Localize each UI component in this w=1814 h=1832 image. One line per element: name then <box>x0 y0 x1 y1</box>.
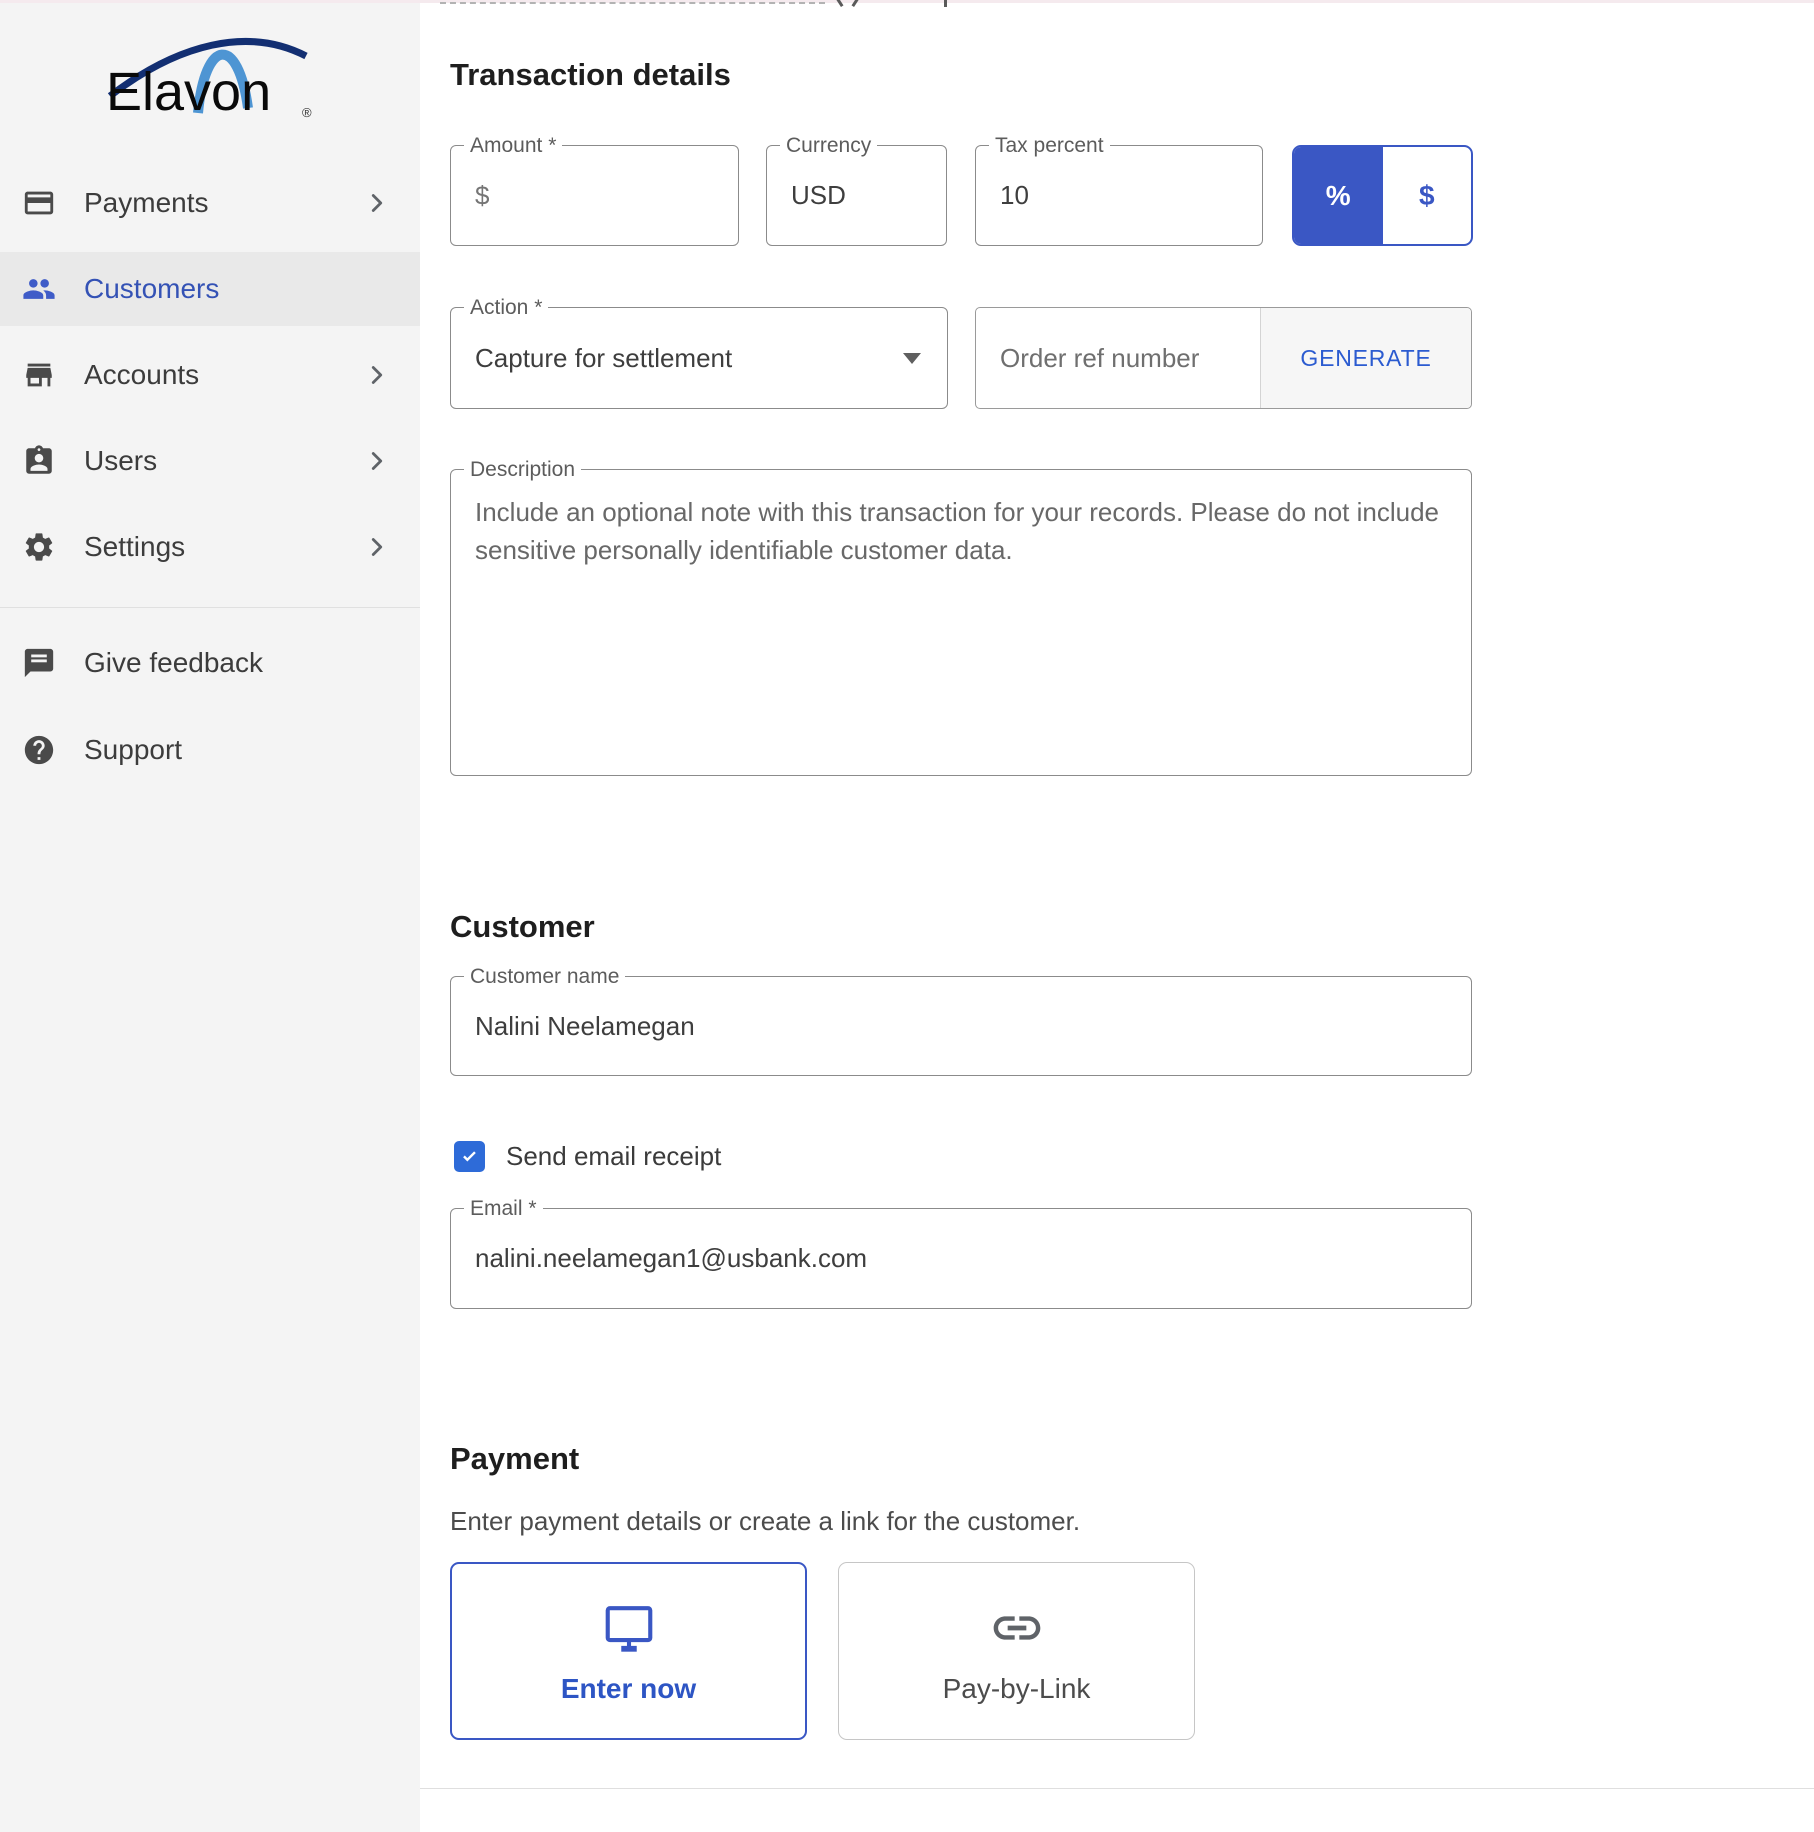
badge-icon <box>22 444 56 478</box>
people-icon <box>22 272 56 306</box>
help-icon <box>22 733 56 767</box>
customer-name-field: Customer name <box>450 976 1472 1076</box>
tax-percent-field: Tax percent <box>975 145 1263 246</box>
action-selected-value: Capture for settlement <box>475 308 732 408</box>
email-input[interactable] <box>451 1209 1471 1308</box>
sidebar-item-label: Settings <box>84 531 185 563</box>
sidebar-item-payments[interactable]: Payments <box>0 166 420 240</box>
sidebar-item-customers[interactable]: Customers <box>0 252 420 326</box>
enter-now-label: Enter now <box>561 1673 696 1705</box>
tax-percent-input[interactable] <box>976 146 1262 245</box>
currency-field: Currency <box>766 145 947 246</box>
sidebar-item-label: Users <box>84 445 157 477</box>
chevron-right-icon <box>362 188 392 218</box>
monitor-icon <box>600 1597 658 1659</box>
sidebar-item-label: Accounts <box>84 359 199 391</box>
payment-section-subtitle: Enter payment details or create a link f… <box>450 1506 1080 1537</box>
top-edge-artifact <box>0 0 1814 3</box>
sidebar-item-accounts[interactable]: Accounts <box>0 338 420 412</box>
currency-input[interactable] <box>767 146 946 245</box>
enter-now-card[interactable]: Enter now <box>450 1562 807 1740</box>
sidebar-item-support[interactable]: Support <box>0 713 420 787</box>
check-icon <box>457 1144 483 1170</box>
customer-section-heading: Customer <box>450 909 595 945</box>
send-email-receipt-label: Send email receipt <box>506 1141 721 1172</box>
sidebar-item-label: Give feedback <box>84 647 263 679</box>
email-field: Email * <box>450 1208 1472 1309</box>
generate-button[interactable]: GENERATE <box>1260 308 1471 408</box>
tax-type-percent-option[interactable]: % <box>1294 147 1383 244</box>
storefront-icon <box>22 358 56 392</box>
gear-icon <box>22 530 56 564</box>
tax-type-toggle: % $ <box>1292 145 1473 246</box>
registered-mark: ® <box>302 105 312 120</box>
logo-wordmark: Elavon <box>106 62 271 122</box>
pay-by-link-label: Pay-by-Link <box>943 1673 1091 1705</box>
app-window: Elavon ® Payments Customers Accounts <box>0 0 1814 1832</box>
dropdown-arrow-icon <box>903 353 921 364</box>
sidebar-item-give-feedback[interactable]: Give feedback <box>0 626 420 700</box>
order-ref-group: GENERATE <box>975 307 1472 409</box>
sidebar-item-label: Support <box>84 734 182 766</box>
description-textarea[interactable] <box>451 470 1471 775</box>
sidebar-item-settings[interactable]: Settings <box>0 510 420 584</box>
customer-name-input[interactable] <box>451 977 1471 1075</box>
sidebar: Elavon ® Payments Customers Accounts <box>0 0 420 1832</box>
amount-field: Amount * $ <box>450 145 739 246</box>
sidebar-item-label: Customers <box>84 273 219 305</box>
sidebar-divider <box>0 607 420 608</box>
bottom-divider <box>420 1788 1814 1789</box>
payment-section-heading: Payment <box>450 1441 579 1477</box>
send-email-receipt-row: Send email receipt <box>454 1141 721 1172</box>
feedback-icon <box>22 646 56 680</box>
pay-by-link-card[interactable]: Pay-by-Link <box>838 1562 1195 1740</box>
link-icon <box>989 1597 1045 1659</box>
sidebar-item-users[interactable]: Users <box>0 424 420 498</box>
chevron-right-icon <box>362 446 392 476</box>
credit-card-icon <box>22 186 56 220</box>
page-title: Transaction details <box>450 57 731 93</box>
chevron-right-icon <box>362 360 392 390</box>
order-ref-input[interactable] <box>976 308 1262 408</box>
sidebar-item-label: Payments <box>84 187 209 219</box>
elavon-logo: Elavon ® <box>98 16 322 122</box>
clipped-content-artifact <box>944 0 947 7</box>
action-select[interactable]: Action * Capture for settlement <box>450 307 948 409</box>
tax-type-dollar-option[interactable]: $ <box>1383 147 1472 244</box>
clipped-content-artifact <box>440 2 825 4</box>
chevron-right-icon <box>362 532 392 562</box>
amount-input[interactable] <box>451 146 738 245</box>
send-email-receipt-checkbox[interactable] <box>454 1141 485 1172</box>
description-field: Description <box>450 469 1472 776</box>
